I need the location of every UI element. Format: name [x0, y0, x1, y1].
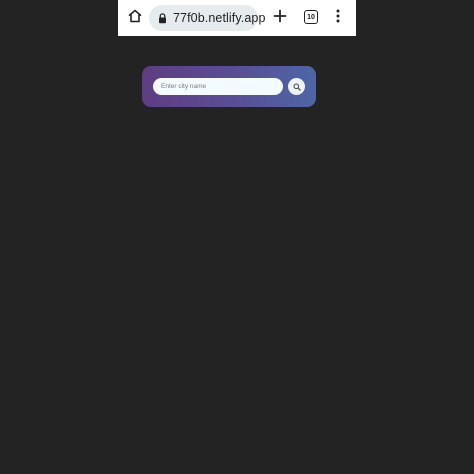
tab-switcher-button[interactable]: 10	[304, 10, 318, 24]
browser-menu-button[interactable]	[332, 9, 344, 27]
search-button[interactable]	[288, 78, 305, 95]
more-vert-icon	[336, 9, 340, 28]
home-button[interactable]	[126, 9, 144, 27]
home-icon	[127, 8, 143, 29]
new-tab-button[interactable]	[271, 9, 289, 27]
tab-count: 10	[307, 13, 315, 21]
city-search-input[interactable]	[153, 78, 283, 95]
plus-icon	[273, 9, 287, 28]
url-text: 77f0b.netlify.app	[173, 11, 266, 25]
city-search-card	[142, 66, 316, 107]
address-bar[interactable]: 77f0b.netlify.app	[149, 5, 265, 31]
search-icon	[293, 79, 301, 94]
lock-icon	[158, 12, 167, 24]
browser-toolbar: 77f0b.netlify.app 10	[118, 0, 356, 36]
